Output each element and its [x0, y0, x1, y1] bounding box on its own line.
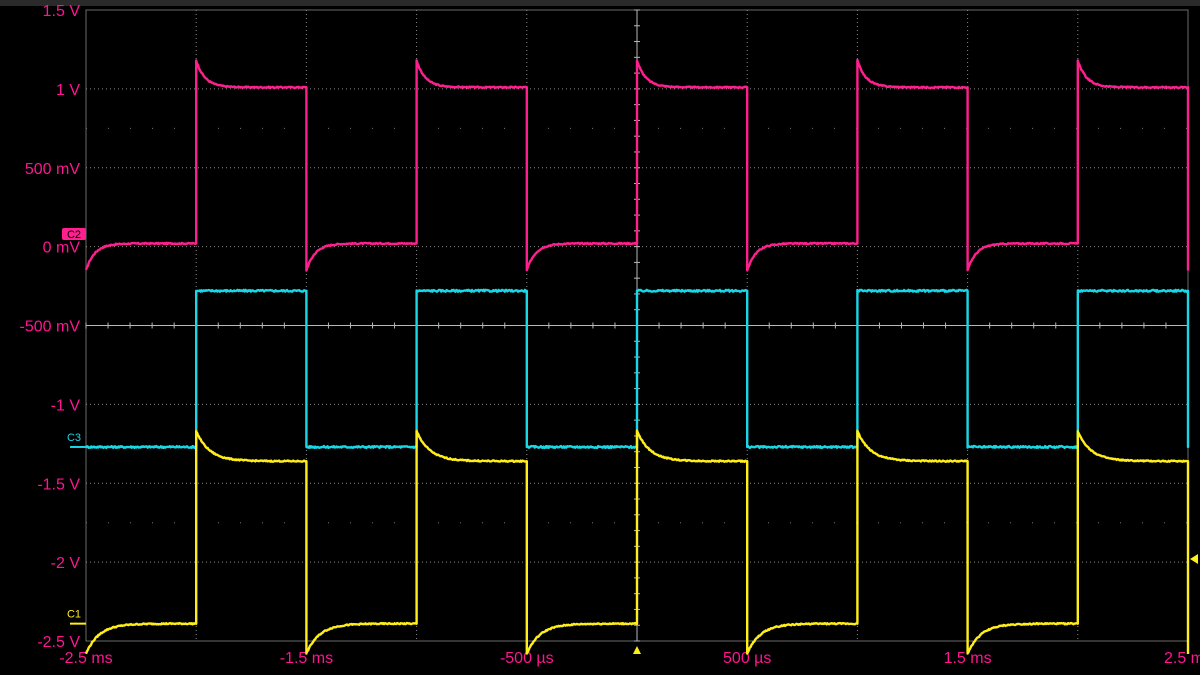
oscilloscope-display: 1.5 V 1 V 500 mV 0 mV -500 mV -1 V -1.5 V -2 V -…	[20, 3, 1200, 667]
trace-c1	[84, 429, 1190, 655]
y-tick-label: -500 mV	[20, 319, 81, 336]
trace-c3	[84, 288, 1190, 450]
y-tick-label: -1 V	[51, 397, 81, 414]
trigger-position-marker	[633, 646, 641, 654]
y-axis-labels: 1.5 V 1 V 500 mV 0 mV -500 mV -1 V -1.5 V -2 V -…	[20, 3, 81, 651]
y-tick-label: 500 mV	[25, 161, 80, 178]
y-tick-label: 0 mV	[43, 240, 81, 257]
channel-marker-c3-label: C3	[67, 432, 81, 444]
y-tick-label: -1.5 V	[37, 476, 80, 493]
y-tick-label: 1 V	[56, 82, 80, 99]
trace-c2	[84, 58, 1190, 272]
y-tick-label: -2.5 V	[37, 634, 80, 651]
channel-marker-c2-label: C2	[67, 229, 81, 241]
channel-marker-c1-label: C1	[67, 609, 81, 621]
x-tick-label: 2.5 ms	[1164, 650, 1200, 667]
trigger-level-marker	[1190, 553, 1198, 564]
y-tick-label: -2 V	[51, 555, 81, 572]
y-tick-label: 1.5 V	[43, 3, 81, 20]
x-axis-labels: -2.5 ms-1.5 ms-500 µs500 µs1.5 ms2.5 ms	[59, 650, 1200, 667]
traces	[84, 58, 1190, 655]
